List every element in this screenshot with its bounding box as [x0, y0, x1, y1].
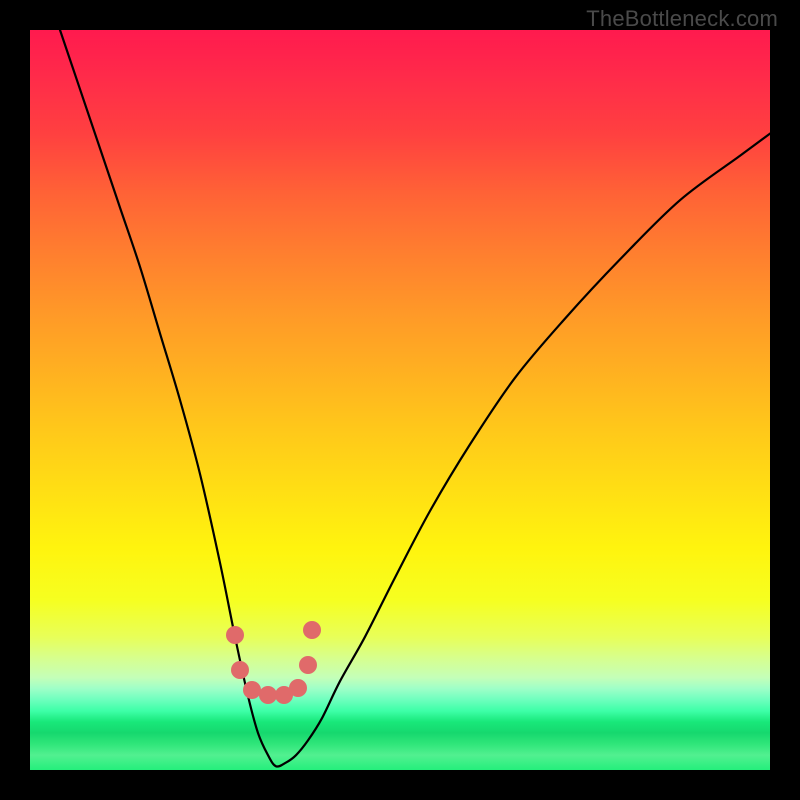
curve-marker: [259, 686, 277, 704]
curve-marker: [226, 626, 244, 644]
plot-area: [30, 30, 770, 770]
curve-marker: [299, 656, 317, 674]
curve-marker: [303, 621, 321, 639]
chart-frame: TheBottleneck.com: [0, 0, 800, 800]
curve-marker: [289, 679, 307, 697]
bottleneck-curve: [60, 30, 770, 767]
curve-marker: [243, 681, 261, 699]
curve-layer: [30, 30, 770, 770]
marker-group: [226, 621, 321, 704]
curve-marker: [231, 661, 249, 679]
watermark-text: TheBottleneck.com: [586, 6, 778, 32]
